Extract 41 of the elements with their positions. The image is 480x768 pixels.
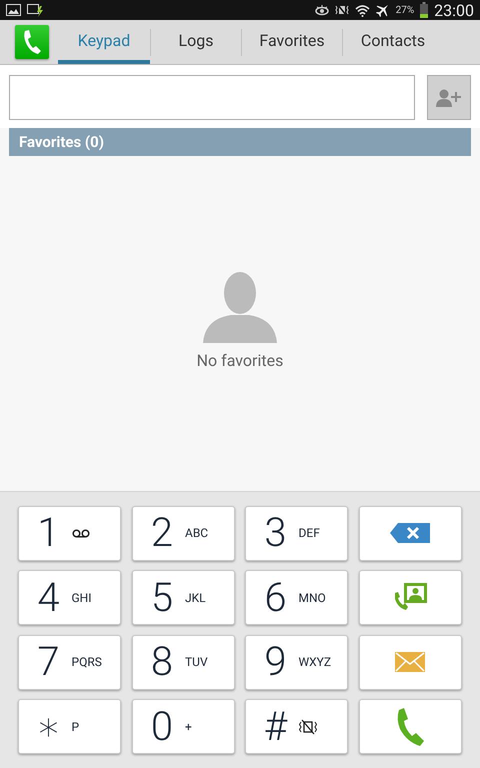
battery-icon bbox=[420, 2, 428, 18]
tab[interactable]: Logs bbox=[151, 20, 241, 64]
dial-key[interactable]: # bbox=[245, 699, 348, 754]
tab[interactable]: Contacts bbox=[343, 20, 443, 64]
dial-key[interactable]: 0 + bbox=[132, 699, 234, 754]
phone-app-icon[interactable] bbox=[15, 25, 49, 59]
charging-screen-icon bbox=[27, 4, 44, 16]
phone-icon bbox=[22, 30, 42, 54]
airplane-icon bbox=[376, 3, 390, 17]
message-button[interactable] bbox=[358, 634, 462, 690]
dial-key[interactable]: 4 GHI bbox=[18, 570, 121, 625]
clock-time: 23:00 bbox=[434, 0, 474, 20]
battery-percent: 27% bbox=[396, 4, 414, 16]
dial-key[interactable]: 8 TUV bbox=[132, 634, 234, 690]
eye-icon bbox=[314, 4, 329, 16]
dial-key[interactable]: ∗ P bbox=[18, 699, 121, 754]
dial-key[interactable]: 5 JKL bbox=[132, 570, 234, 625]
voicemail-icon bbox=[72, 528, 90, 538]
add-contact-button[interactable] bbox=[427, 75, 471, 120]
image-icon bbox=[6, 4, 21, 16]
call-button[interactable] bbox=[358, 699, 462, 754]
vibrate-off-icon bbox=[334, 4, 349, 16]
backspace-icon bbox=[390, 523, 430, 543]
dial-key[interactable]: 7 PQRS bbox=[18, 634, 121, 690]
dial-key[interactable]: 9 WXYZ bbox=[245, 634, 348, 690]
person-plus-icon bbox=[436, 88, 462, 106]
dial-key[interactable]: 1 bbox=[18, 506, 121, 560]
envelope-icon bbox=[395, 652, 425, 672]
tab[interactable]: Favorites bbox=[242, 20, 342, 64]
add-to-contacts-button[interactable] bbox=[358, 570, 462, 625]
phone-icon bbox=[395, 708, 425, 746]
number-field[interactable] bbox=[9, 75, 415, 120]
empty-message: No favorites bbox=[196, 350, 284, 370]
dial-key[interactable]: 6 MNO bbox=[245, 570, 348, 625]
wifi-icon bbox=[354, 4, 370, 16]
section-header: Favorites (0) bbox=[9, 128, 471, 156]
dial-key[interactable]: 3 DEF bbox=[245, 506, 348, 560]
contact-card-icon bbox=[393, 582, 427, 612]
vibrate-off-icon bbox=[298, 718, 316, 734]
delete-button[interactable] bbox=[358, 506, 462, 560]
dial-key[interactable]: 2 ABC bbox=[132, 506, 234, 560]
